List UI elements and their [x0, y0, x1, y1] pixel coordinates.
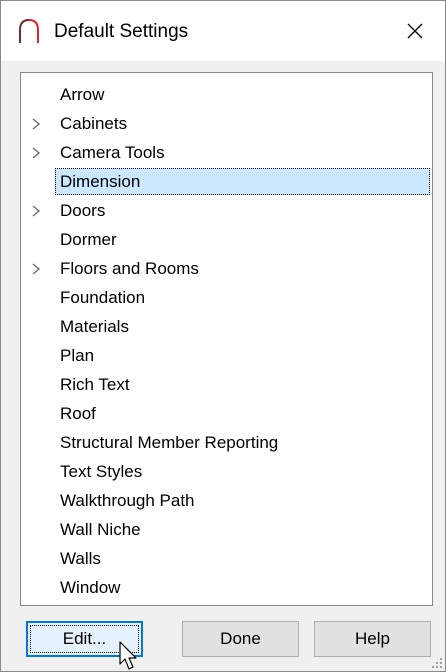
tree-item[interactable]: Rich Text — [21, 370, 432, 399]
tree-item-label: Materials — [60, 317, 129, 336]
chevron-right-icon[interactable] — [30, 117, 42, 131]
title-bar[interactable]: Default Settings — [1, 1, 445, 61]
tree-item[interactable]: Materials — [21, 312, 432, 341]
settings-tree[interactable]: Arrow Cabinets Camera Tools Dimension Doors D… — [20, 72, 433, 606]
tree-item-label: Dormer — [60, 230, 117, 249]
tree-item-label: Doors — [60, 201, 106, 220]
tree-item[interactable]: Window — [21, 573, 432, 602]
tree-item[interactable]: Walkthrough Path — [21, 486, 432, 515]
help-button[interactable]: Help — [314, 621, 431, 657]
tree-item-label: Roof — [60, 404, 96, 423]
tree-item-label: Wall Niche — [60, 520, 141, 539]
done-button[interactable]: Done — [182, 621, 299, 657]
tree-item[interactable]: Foundation — [21, 283, 432, 312]
tree-item-label: Floors and Rooms — [60, 259, 199, 278]
tree-item-label: Text Styles — [60, 462, 143, 481]
tree-item[interactable]: Structural Member Reporting — [21, 428, 432, 457]
tree-item-label: Window — [60, 578, 121, 597]
tree-item-label: Camera Tools — [60, 143, 165, 162]
done-button-label: Done — [220, 629, 261, 648]
tree-item[interactable]: Roof — [21, 399, 432, 428]
help-button-label: Help — [355, 629, 390, 648]
chevron-right-icon[interactable] — [30, 204, 42, 218]
tree-item[interactable]: Doors — [21, 196, 432, 225]
tree-item-label: Plan — [60, 346, 95, 365]
tree-item-label: Arrow — [60, 85, 105, 104]
tree-item-label: Dimension — [60, 172, 141, 191]
mouse-cursor-icon — [119, 641, 137, 670]
tree-item[interactable]: Plan — [21, 341, 432, 370]
tree-item[interactable]: Text Styles — [21, 457, 432, 486]
tree-item[interactable]: Walls — [21, 544, 432, 573]
tree-item[interactable]: Floors and Rooms — [21, 254, 432, 283]
chevron-right-icon[interactable] — [30, 146, 42, 160]
close-button[interactable] — [385, 1, 445, 61]
arch-icon — [19, 18, 39, 43]
tree-item[interactable]: Cabinets — [21, 109, 432, 138]
tree-item[interactable]: Dormer — [21, 225, 432, 254]
window-title: Default Settings — [54, 21, 189, 42]
tree-item-label: Walls — [60, 549, 101, 568]
chevron-right-icon[interactable] — [30, 262, 42, 276]
resize-grip-icon[interactable] — [431, 657, 443, 669]
tree-item-label: Foundation — [60, 288, 146, 307]
tree-item-label: Structural Member Reporting — [60, 433, 279, 452]
tree-item-label: Cabinets — [60, 114, 128, 133]
tree-item[interactable]: Dimension — [21, 167, 432, 196]
default-settings-dialog: Default Settings Arrow Cabinets Camera Too… — [0, 0, 446, 672]
tree-item[interactable]: Wall Niche — [21, 515, 432, 544]
tree-item[interactable]: Arrow — [21, 80, 432, 109]
tree-item-label: Rich Text — [60, 375, 130, 394]
close-icon — [407, 23, 423, 39]
tree-item-label: Walkthrough Path — [60, 491, 195, 510]
tree-item[interactable]: Camera Tools — [21, 138, 432, 167]
